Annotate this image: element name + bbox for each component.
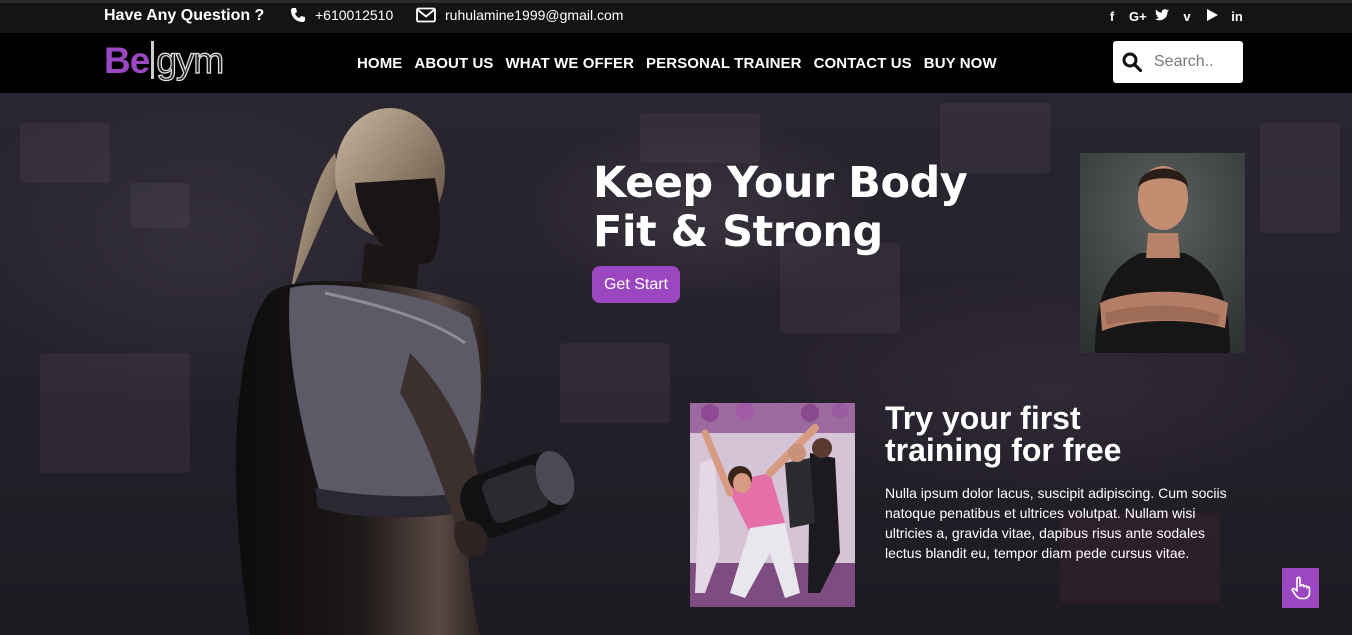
nav-personal-trainer[interactable]: PERSONAL TRAINER bbox=[646, 55, 802, 72]
free-training-heading: Try your first training for free bbox=[885, 402, 1121, 466]
social-links: f G+ v in bbox=[1104, 9, 1245, 25]
email-address: ruhulamine1999@gmail.com bbox=[445, 7, 624, 23]
facebook-icon[interactable]: f bbox=[1104, 9, 1120, 25]
search-input[interactable] bbox=[1154, 53, 1238, 71]
search-icon[interactable] bbox=[1122, 52, 1142, 72]
google-plus-icon[interactable]: G+ bbox=[1129, 9, 1147, 25]
phone-contact[interactable]: +610012510 bbox=[290, 7, 393, 23]
phone-number: +610012510 bbox=[315, 7, 394, 23]
group-fitness-class-photo bbox=[690, 403, 855, 607]
vimeo-icon[interactable]: v bbox=[1179, 9, 1195, 25]
envelope-icon bbox=[416, 7, 436, 23]
free-training-description: Nulla ipsum dolor lacus, suscipit adipis… bbox=[885, 485, 1227, 561]
background-blur bbox=[40, 353, 190, 473]
nav-what-we-offer[interactable]: WHAT WE OFFER bbox=[506, 55, 635, 72]
hero-title-line-2: Fit & Strong bbox=[593, 207, 883, 257]
background-blur bbox=[1260, 123, 1340, 233]
linkedin-icon[interactable]: in bbox=[1229, 9, 1245, 25]
hero-section: Keep Your Body Fit & Strong Get Start Tr… bbox=[0, 93, 1352, 635]
personal-trainer-photo bbox=[1080, 153, 1245, 353]
question-label: Have Any Question ? bbox=[104, 7, 265, 24]
logo-gym: gym bbox=[156, 40, 225, 81]
email-contact[interactable]: ruhulamine1999@gmail.com bbox=[416, 7, 623, 23]
nav-contact-us[interactable]: CONTACT US bbox=[814, 55, 912, 72]
scroll-to-top-button[interactable] bbox=[1282, 568, 1319, 608]
top-info-bar: Have Any Question ? +610012510 ruhulamin… bbox=[0, 0, 1352, 33]
pointing-hand-icon bbox=[1291, 576, 1310, 600]
background-blur bbox=[640, 113, 760, 163]
hero-title-line-1: Keep Your Body bbox=[593, 158, 968, 208]
logo-divider bbox=[151, 41, 155, 79]
nav-about-us[interactable]: ABOUT US bbox=[414, 55, 493, 72]
nav-buy-now[interactable]: BUY NOW bbox=[924, 55, 997, 72]
hero-title: Keep Your Body Fit & Strong bbox=[593, 158, 968, 257]
main-navbar: Be gym HOME ABOUT US WHAT WE OFFER PERSON… bbox=[0, 33, 1352, 93]
main-menu: HOME ABOUT US WHAT WE OFFER PERSONAL TRA… bbox=[357, 55, 997, 72]
site-logo[interactable]: Be gym bbox=[104, 40, 225, 81]
woman-lifting-dumbbell-image bbox=[235, 108, 575, 635]
background-blur bbox=[130, 183, 190, 228]
search-box[interactable] bbox=[1113, 41, 1243, 83]
free-training-heading-line-2: training for free bbox=[885, 432, 1122, 468]
phone-icon bbox=[291, 8, 305, 22]
free-training-heading-line-1: Try your first bbox=[885, 400, 1081, 436]
nav-home[interactable]: HOME bbox=[357, 55, 402, 72]
youtube-icon[interactable] bbox=[1204, 9, 1220, 25]
get-start-button[interactable]: Get Start bbox=[592, 266, 680, 303]
logo-be: Be bbox=[104, 40, 150, 81]
twitter-icon[interactable] bbox=[1154, 9, 1170, 25]
background-blur bbox=[20, 123, 110, 183]
